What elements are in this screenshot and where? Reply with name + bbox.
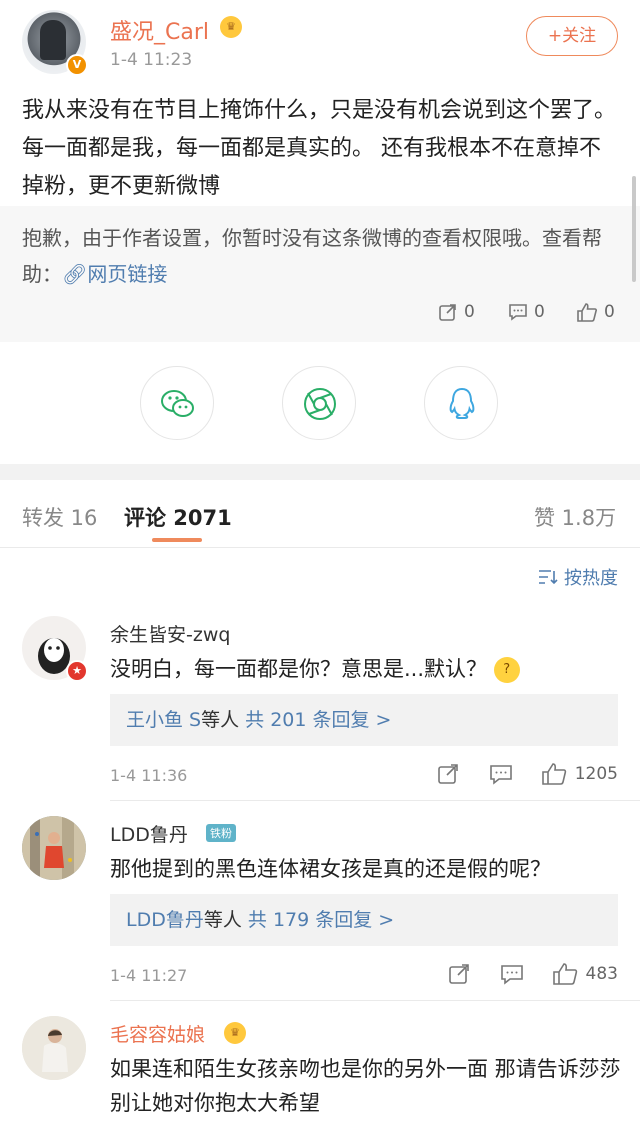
commenter-name[interactable]: 余生皆安-zwq xyxy=(110,620,230,647)
comment-icon[interactable] xyxy=(500,963,524,985)
share-qq-button[interactable] xyxy=(424,366,498,440)
comment-divider xyxy=(110,800,640,801)
comment-tabs: 转发 16 评论 2071 赞 1.8万 xyxy=(0,480,640,548)
section-divider xyxy=(0,464,640,480)
vip-crown-icon: ♛ xyxy=(224,1022,246,1044)
comment-stat[interactable]: 0 xyxy=(508,302,545,322)
moments-icon xyxy=(304,388,336,420)
reply-user[interactable]: 王小鱼 S xyxy=(126,709,201,731)
share-moments-button[interactable] xyxy=(282,366,356,440)
like-count: 483 xyxy=(585,964,618,984)
qq-icon xyxy=(449,387,475,419)
tab-comment[interactable]: 评论 2071 xyxy=(124,502,232,532)
reply-suffix: 等人 xyxy=(203,909,242,931)
reply-user[interactable]: LDD鲁丹 xyxy=(126,909,204,931)
sort-label: 按热度 xyxy=(564,568,618,589)
comment-count: 0 xyxy=(534,302,545,322)
comment-actions: 483 xyxy=(448,962,618,986)
like-button[interactable]: 483 xyxy=(552,962,618,986)
comment-text: 如果连和陌生女孩亲吻也是你的另外一面 那请告诉莎莎 别让她对你抱太大希望 xyxy=(110,1057,621,1115)
sort-hot-button[interactable]: 按热度 xyxy=(538,564,618,590)
comment-time: 1-4 11:36 xyxy=(110,766,188,785)
repost-stat[interactable]: 0 xyxy=(438,302,475,322)
web-link[interactable]: 网页链接 xyxy=(87,262,167,286)
post-text: 我从来没有在节目上掩饰什么，只是没有机会说到这个罢了。每一面都是我，每一面都是真… xyxy=(22,98,617,199)
like-count: 1205 xyxy=(574,764,618,784)
sort-icon xyxy=(539,570,558,585)
comment-icon[interactable] xyxy=(489,763,513,785)
comment-time: 1-4 11:27 xyxy=(110,966,188,985)
commenter-avatar[interactable] xyxy=(22,816,86,880)
verified-badge-icon: V xyxy=(66,54,88,76)
reply-count: 共 179 条回复 > xyxy=(247,909,395,931)
thumbs-up-icon xyxy=(541,763,566,785)
wechat-icon xyxy=(161,390,194,417)
reply-summary[interactable]: 王小鱼 S等人 共 201 条回复 > xyxy=(110,694,618,746)
commenter-name[interactable]: 毛容容姑娘 xyxy=(110,1020,205,1047)
reply-count: 共 201 条回复 > xyxy=(245,709,392,731)
follow-button[interactable]: +关注 xyxy=(526,16,618,56)
comment-item: 毛容容姑娘 ♛ 如果连和陌生女孩亲吻也是你的另外一面 那请告诉莎莎 别让她对你抱… xyxy=(0,1002,640,1121)
like-button[interactable]: 1205 xyxy=(541,762,618,786)
comment-item: ★ 余生皆安-zwq 没明白，每一面都是你？意思是...默认？ ? 王小鱼 S等… xyxy=(0,602,640,802)
link-icon: 🔗︎ xyxy=(62,262,88,286)
comment-body: 没明白，每一面都是你？意思是...默认？ xyxy=(110,657,488,681)
author-name[interactable]: 盛况_Carl xyxy=(110,14,209,46)
thumbs-up-icon xyxy=(552,963,577,985)
comment-text: 那他提到的黑色连体裙女孩是真的还是假的呢？ xyxy=(110,857,551,881)
thinking-emoji-icon: ? xyxy=(493,657,520,683)
comment-item: LDD鲁丹 铁粉 那他提到的黑色连体裙女孩是真的还是假的呢？ LDD鲁丹等人 共… xyxy=(0,802,640,1002)
vip-crown-icon: ♛ xyxy=(220,16,242,38)
scrollbar[interactable] xyxy=(632,176,636,282)
repost-icon xyxy=(439,304,456,321)
reply-summary[interactable]: LDD鲁丹等人 共 179 条回复 > xyxy=(110,894,618,946)
star-badge-icon: ★ xyxy=(66,660,88,682)
repost-count: 0 xyxy=(464,302,475,322)
like-count: 0 xyxy=(604,302,615,322)
commenter-name[interactable]: LDD鲁丹 xyxy=(110,820,188,847)
permission-notice: 抱歉，由于作者设置，你暂时没有这条微博的查看权限哦。查看帮助：🔗︎网页链接 xyxy=(22,220,622,292)
tab-like[interactable]: 赞 1.8万 xyxy=(534,502,616,532)
reply-suffix: 等人 xyxy=(201,709,240,731)
retweet-block: 抱歉，由于作者设置，你暂时没有这条微博的查看权限哦。查看帮助：🔗︎网页链接 0 … xyxy=(0,206,640,342)
tab-repost[interactable]: 转发 16 xyxy=(22,502,97,532)
iron-fan-badge: 铁粉 xyxy=(206,824,236,842)
like-stat[interactable]: 0 xyxy=(576,302,615,322)
commenter-avatar[interactable] xyxy=(22,1016,86,1080)
share-row xyxy=(0,342,640,464)
post-header: V 盛况_Carl ♛ 1-4 11:23 +关注 xyxy=(0,0,640,86)
share-wechat-button[interactable] xyxy=(140,366,214,440)
comment-actions: 1205 xyxy=(437,762,618,786)
active-tab-indicator xyxy=(152,538,202,542)
comment-text: 没明白，每一面都是你？意思是...默认？ ? xyxy=(110,652,622,686)
thumbs-up-icon xyxy=(577,303,597,322)
comment-divider xyxy=(110,1000,640,1001)
repost-icon[interactable] xyxy=(437,763,461,785)
comment-icon xyxy=(509,304,527,321)
repost-icon[interactable] xyxy=(448,963,472,985)
post-time: 1-4 11:23 xyxy=(110,50,193,70)
sort-row: 按热度 xyxy=(0,548,640,602)
